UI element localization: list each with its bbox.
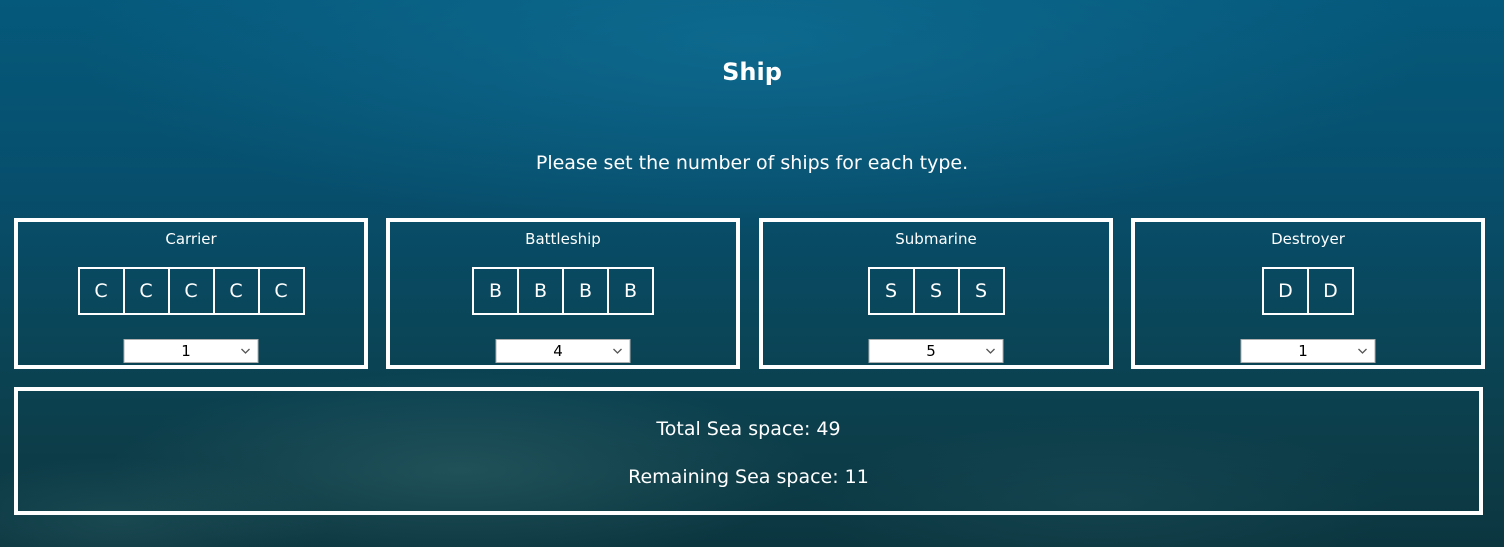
ship-cells: D D — [1135, 267, 1481, 315]
ship-cell: C — [77, 267, 125, 315]
ship-cell: C — [212, 267, 260, 315]
total-sea-space: Total Sea space: 49 — [656, 418, 841, 440]
battleship-count-select[interactable]: 4 — [495, 339, 631, 363]
select-value: 1 — [1298, 342, 1308, 360]
ship-cells: S S S — [763, 267, 1109, 315]
ship-cells: B B B B — [390, 267, 736, 315]
ship-cell: B — [607, 267, 654, 315]
select-value: 5 — [926, 342, 936, 360]
select-value: 4 — [553, 342, 563, 360]
ship-card-destroyer: Destroyer D D 1 — [1131, 218, 1485, 369]
ship-card-carrier: Carrier C C C C C 1 — [14, 218, 368, 369]
ship-name: Submarine — [895, 230, 977, 248]
page-title: Ship — [722, 58, 782, 86]
ship-cell: B — [472, 267, 519, 315]
submarine-count-select[interactable]: 5 — [868, 339, 1004, 363]
ship-cell: B — [517, 267, 564, 315]
ship-name: Carrier — [165, 230, 217, 248]
chevron-down-icon — [613, 348, 622, 354]
instructions-text: Please set the number of ships for each … — [535, 152, 969, 174]
ship-cell: B — [562, 267, 609, 315]
ship-cell: S — [912, 267, 960, 315]
ship-cell: S — [957, 267, 1005, 315]
ship-cell: D — [1307, 267, 1354, 315]
chevron-down-icon — [1358, 348, 1367, 354]
carrier-count-select[interactable]: 1 — [123, 339, 259, 363]
ship-cell: C — [167, 267, 215, 315]
ship-cells: C C C C C — [18, 267, 364, 315]
sea-space-summary: Total Sea space: 49 Remaining Sea space:… — [14, 387, 1483, 515]
select-value: 1 — [181, 342, 191, 360]
ship-card-battleship: Battleship B B B B 4 — [386, 218, 740, 369]
ship-name: Destroyer — [1271, 230, 1345, 248]
ship-cell: S — [867, 267, 915, 315]
chevron-down-icon — [986, 348, 995, 354]
ship-card-submarine: Submarine S S S 5 — [759, 218, 1113, 369]
destroyer-count-select[interactable]: 1 — [1240, 339, 1376, 363]
ship-name: Battleship — [525, 230, 601, 248]
chevron-down-icon — [241, 348, 250, 354]
ship-cell: C — [122, 267, 170, 315]
remaining-sea-space: Remaining Sea space: 11 — [628, 466, 869, 488]
ship-cell: D — [1262, 267, 1309, 315]
ship-cell: C — [257, 267, 305, 315]
